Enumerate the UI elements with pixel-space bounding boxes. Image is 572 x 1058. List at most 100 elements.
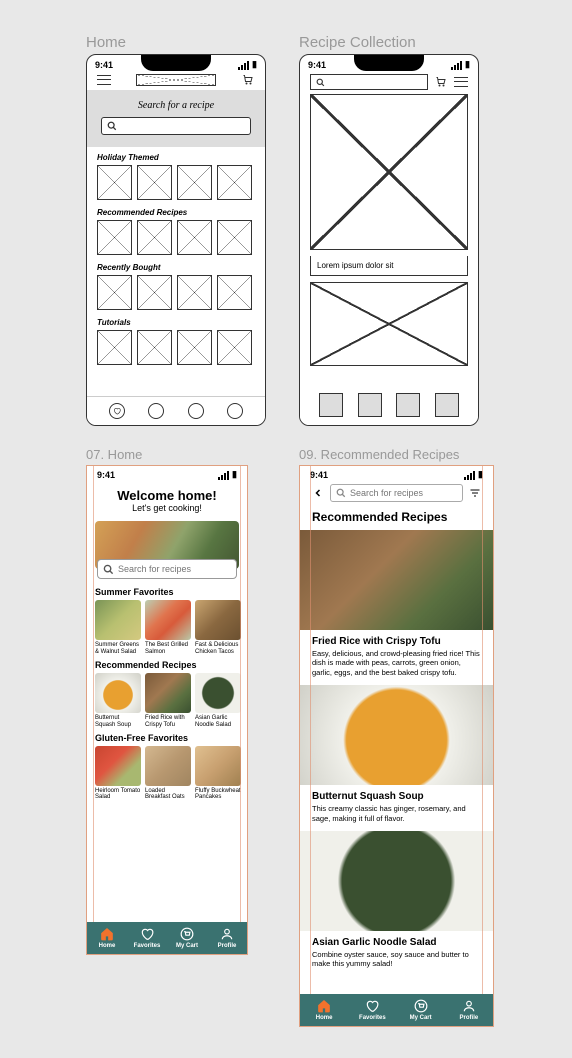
notch	[354, 54, 424, 71]
search-input[interactable]	[121, 121, 245, 131]
tab-user[interactable]: Profile	[207, 922, 247, 954]
nav-item[interactable]	[148, 403, 164, 419]
heart-icon	[365, 999, 379, 1013]
bottom-nav	[300, 385, 478, 425]
cart-icon[interactable]	[241, 74, 255, 86]
recipe-placeholder[interactable]	[217, 220, 252, 255]
tab-label: Profile	[218, 943, 237, 949]
search-icon	[316, 78, 325, 87]
recipe-name: Asian Garlic Noodle Salad	[195, 715, 241, 729]
tab-cart[interactable]: My Cart	[167, 922, 207, 954]
recipe-placeholder[interactable]	[217, 165, 252, 200]
back-icon[interactable]	[312, 487, 324, 499]
nav-item[interactable]	[396, 393, 420, 417]
recipe-card[interactable]: Butternut Squash Soup	[95, 673, 141, 729]
tab-user[interactable]: Profile	[445, 994, 493, 1026]
recipe-card[interactable]: Fast & Delicious Chicken Tacos	[195, 600, 241, 656]
nav-item[interactable]	[435, 393, 459, 417]
layout-guide	[240, 466, 241, 954]
recipe-image	[300, 530, 493, 630]
recipe-card[interactable]: Loaded Breakfast Oats	[145, 746, 191, 802]
heart-icon	[140, 927, 154, 941]
tab-label: Favorites	[134, 943, 161, 949]
search-box[interactable]	[330, 484, 463, 502]
search-input[interactable]	[350, 488, 457, 498]
nav-item[interactable]	[358, 393, 382, 417]
recipe-card[interactable]: Asian Garlic Noodle Salad	[195, 673, 241, 729]
menu-icon[interactable]	[97, 75, 111, 85]
nav-favorites[interactable]	[109, 403, 125, 419]
recipe-card[interactable]: The Best Grilled Salmon	[145, 600, 191, 656]
recipe-placeholder[interactable]	[177, 330, 212, 365]
section-title: Gluten-Free Favorites	[95, 733, 239, 743]
recipe-name: Loaded Breakfast Oats	[145, 788, 191, 802]
recipe-title: Butternut Squash Soup	[312, 791, 481, 802]
toolbar	[300, 70, 478, 94]
hero-title: Search for a recipe	[101, 100, 251, 111]
cart-icon	[180, 927, 194, 941]
recipe-placeholder[interactable]	[97, 330, 132, 365]
mockup-recommended: 9:41 ▮ Recommended Recipes Fried Rice wi…	[299, 465, 494, 1027]
recipe-placeholder[interactable]	[177, 220, 212, 255]
recipe-image	[145, 673, 191, 713]
status-bar: 9:41 ▮	[300, 466, 493, 480]
filter-icon[interactable]	[469, 487, 481, 499]
heart-icon	[113, 407, 121, 415]
recipe-placeholder[interactable]	[97, 275, 132, 310]
recipe-description: Easy, delicious, and crowd-pleasing frie…	[312, 649, 481, 677]
hero-image-placeholder	[310, 94, 468, 250]
recipe-placeholder[interactable]	[217, 330, 252, 365]
status-time: 9:41	[97, 470, 115, 480]
tab-cart[interactable]: My Cart	[397, 994, 445, 1026]
cart-icon[interactable]	[434, 76, 448, 88]
status-time: 9:41	[95, 60, 113, 70]
image-placeholder	[310, 282, 468, 366]
recipe-placeholder[interactable]	[177, 165, 212, 200]
recipe-title: Fried Rice with Crispy Tofu	[312, 636, 481, 647]
welcome-title: Welcome home!	[87, 488, 247, 503]
recipe-card[interactable]: Summer Greens & Walnut Salad	[95, 600, 141, 656]
toolbar	[87, 70, 265, 90]
recipe-image	[300, 831, 493, 931]
welcome-header: Welcome home! Let's get cooking!	[87, 480, 247, 517]
recipe-placeholder[interactable]	[97, 220, 132, 255]
recipe-card[interactable]: Butternut Squash Soup This creamy classic…	[300, 685, 493, 831]
tab-heart[interactable]: Favorites	[127, 922, 167, 954]
recipe-placeholder[interactable]	[177, 275, 212, 310]
nav-item[interactable]	[188, 403, 204, 419]
recipe-card[interactable]: Fried Rice with Crispy Tofu	[145, 673, 191, 729]
notch	[141, 54, 211, 71]
recipe-name: Fast & Delicious Chicken Tacos	[195, 642, 241, 656]
recipe-card[interactable]: Fluffy Buckwheat Pancakes	[195, 746, 241, 802]
status-time: 9:41	[310, 470, 328, 480]
search-icon	[336, 488, 346, 498]
recipe-card[interactable]: Heirloom Tomato Salad	[95, 746, 141, 802]
tab-heart[interactable]: Favorites	[348, 994, 396, 1026]
search-box[interactable]	[97, 559, 237, 579]
recipe-card[interactable]: Fried Rice with Crispy Tofu Easy, delicio…	[300, 530, 493, 685]
recipe-placeholder[interactable]	[137, 220, 172, 255]
tab-home[interactable]: Home	[87, 922, 127, 954]
hero-search: Search for a recipe	[87, 90, 265, 147]
recipe-placeholder[interactable]	[217, 275, 252, 310]
nav-item[interactable]	[319, 393, 343, 417]
recipe-name: Summer Greens & Walnut Salad	[95, 642, 141, 656]
recipe-placeholder[interactable]	[97, 165, 132, 200]
status-bar: 9:41 ▮	[87, 466, 247, 480]
search-box[interactable]	[310, 74, 428, 90]
recipe-description: This creamy classic has ginger, rosemary…	[312, 804, 481, 823]
menu-icon[interactable]	[454, 77, 468, 87]
recipe-placeholder[interactable]	[137, 275, 172, 310]
layout-guide	[93, 466, 94, 954]
search-icon	[103, 564, 114, 575]
search-input[interactable]	[118, 564, 231, 574]
recipe-card[interactable]: Asian Garlic Noodle SaladCombine oyster …	[300, 831, 493, 977]
search-box[interactable]	[101, 117, 251, 135]
search-input[interactable]	[329, 77, 422, 87]
tab-home[interactable]: Home	[300, 994, 348, 1026]
recipe-placeholder[interactable]	[137, 165, 172, 200]
recipe-name: Heirloom Tomato Salad	[95, 788, 141, 802]
nav-item[interactable]	[227, 403, 243, 419]
recipe-placeholder[interactable]	[137, 330, 172, 365]
recipe-name: The Best Grilled Salmon	[145, 642, 191, 656]
